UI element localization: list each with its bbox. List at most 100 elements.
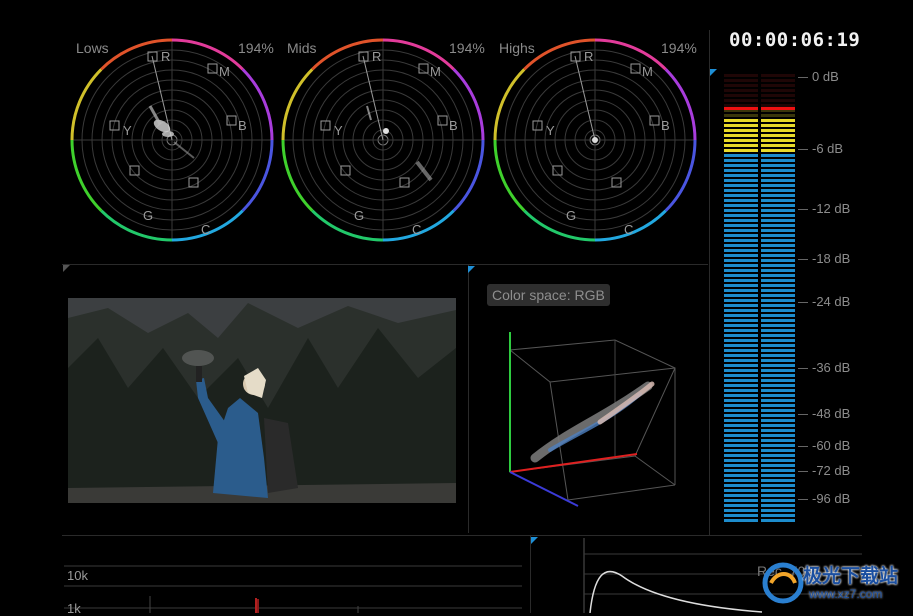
- meter-tick: [798, 499, 808, 500]
- meter-segment: [761, 264, 795, 267]
- meter-segment: [724, 509, 758, 512]
- meter-segment: [724, 429, 758, 432]
- meter-tick: [798, 368, 808, 369]
- divider-bottom-mid: [530, 536, 531, 613]
- histogram-label-10k: 10k: [67, 568, 88, 583]
- meter-segment: [761, 199, 795, 202]
- meter-segment: [761, 294, 795, 297]
- meter-segment: [724, 374, 758, 377]
- meter-segment: [724, 154, 758, 157]
- meter-segment: [724, 219, 758, 222]
- meter-segment: [724, 419, 758, 422]
- meter-segment: [724, 289, 758, 292]
- meter-segment: [724, 114, 758, 117]
- meter-segment: [761, 119, 795, 122]
- wheel-target-m: M: [642, 64, 653, 79]
- meter-segment: [761, 204, 795, 207]
- meter-segment: [761, 454, 795, 457]
- meter-segment: [724, 199, 758, 202]
- meter-segment: [724, 454, 758, 457]
- wheel-lows: [70, 38, 274, 242]
- meter-segment: [724, 399, 758, 402]
- meter-segment: [761, 314, 795, 317]
- meter-segment: [761, 379, 795, 382]
- meter-segment: [761, 464, 795, 467]
- meter-segment: [761, 234, 795, 237]
- meter-segment: [724, 299, 758, 302]
- wheel-target-b: B: [449, 118, 458, 133]
- meter-segment: [724, 334, 758, 337]
- meter-segment: [724, 144, 758, 147]
- meter-segment: [761, 139, 795, 142]
- meter-segment: [761, 479, 795, 482]
- meter-segment: [724, 349, 758, 352]
- meter-segment: [761, 169, 795, 172]
- meter-segment: [724, 259, 758, 262]
- wheel-target-g: G: [354, 208, 365, 223]
- meter-segment: [761, 99, 795, 102]
- meter-segment: [724, 294, 758, 297]
- wheel-target-m: M: [219, 64, 230, 79]
- meter-segment: [724, 229, 758, 232]
- meter-segment: [724, 189, 758, 192]
- meter-segment: [761, 414, 795, 417]
- wheel-target-b: B: [238, 118, 247, 133]
- meter-segment: [761, 504, 795, 507]
- meter-segment: [724, 284, 758, 287]
- meter-segment: [761, 89, 795, 92]
- video-frame: [68, 298, 456, 503]
- meter-segment: [724, 344, 758, 347]
- meter-segment: [724, 359, 758, 362]
- meter-segment: [761, 279, 795, 282]
- meter-segment: [761, 444, 795, 447]
- meter-segment: [724, 249, 758, 252]
- meter-segment: [724, 514, 758, 517]
- meter-segment: [724, 384, 758, 387]
- meter-segment: [761, 254, 795, 257]
- meter-segment: [761, 449, 795, 452]
- meter-segment: [761, 129, 795, 132]
- meter-segment: [724, 379, 758, 382]
- meter-segment: [724, 494, 758, 497]
- meter-segment: [724, 129, 758, 132]
- wheel-highs: [493, 38, 697, 242]
- meter-tick: [798, 414, 808, 415]
- meter-segment: [724, 179, 758, 182]
- wheel-target-y: Y: [123, 123, 132, 138]
- meter-segment: [724, 424, 758, 427]
- audio-meter-right-channel: [761, 74, 795, 522]
- meter-segment: [724, 394, 758, 397]
- audio-meter-left-channel: [724, 74, 758, 522]
- meter-segment: [724, 124, 758, 127]
- meter-segment: [761, 79, 795, 82]
- meter-peak-hold: [724, 107, 758, 110]
- meter-segment: [724, 169, 758, 172]
- color-space-badge[interactable]: Color space: RGB: [487, 284, 610, 306]
- wheel-target-c: C: [412, 222, 422, 237]
- meter-segment: [724, 99, 758, 102]
- meter-segment: [724, 479, 758, 482]
- meter-segment: [724, 209, 758, 212]
- meter-segment: [724, 409, 758, 412]
- meter-segment: [761, 244, 795, 247]
- wheel-target-b: B: [661, 118, 670, 133]
- meter-segment: [761, 299, 795, 302]
- meter-segment: [724, 314, 758, 317]
- meter-segment: [761, 134, 795, 137]
- meter-segment: [724, 329, 758, 332]
- video-preview: [68, 298, 456, 503]
- meter-label: -36 dB: [812, 360, 851, 375]
- meter-segment: [761, 344, 795, 347]
- meter-segment: [761, 509, 795, 512]
- wheel-target-g: G: [143, 208, 154, 223]
- wheel-mids: [281, 38, 485, 242]
- meter-segment: [724, 119, 758, 122]
- meter-segment: [724, 354, 758, 357]
- wheel-target-y: Y: [546, 123, 555, 138]
- meter-segment: [724, 149, 758, 152]
- meter-label: -96 dB: [812, 491, 851, 506]
- meter-segment: [761, 269, 795, 272]
- wheel-target-r: R: [372, 49, 382, 64]
- meter-segment: [724, 444, 758, 447]
- meter-tick: [798, 77, 808, 78]
